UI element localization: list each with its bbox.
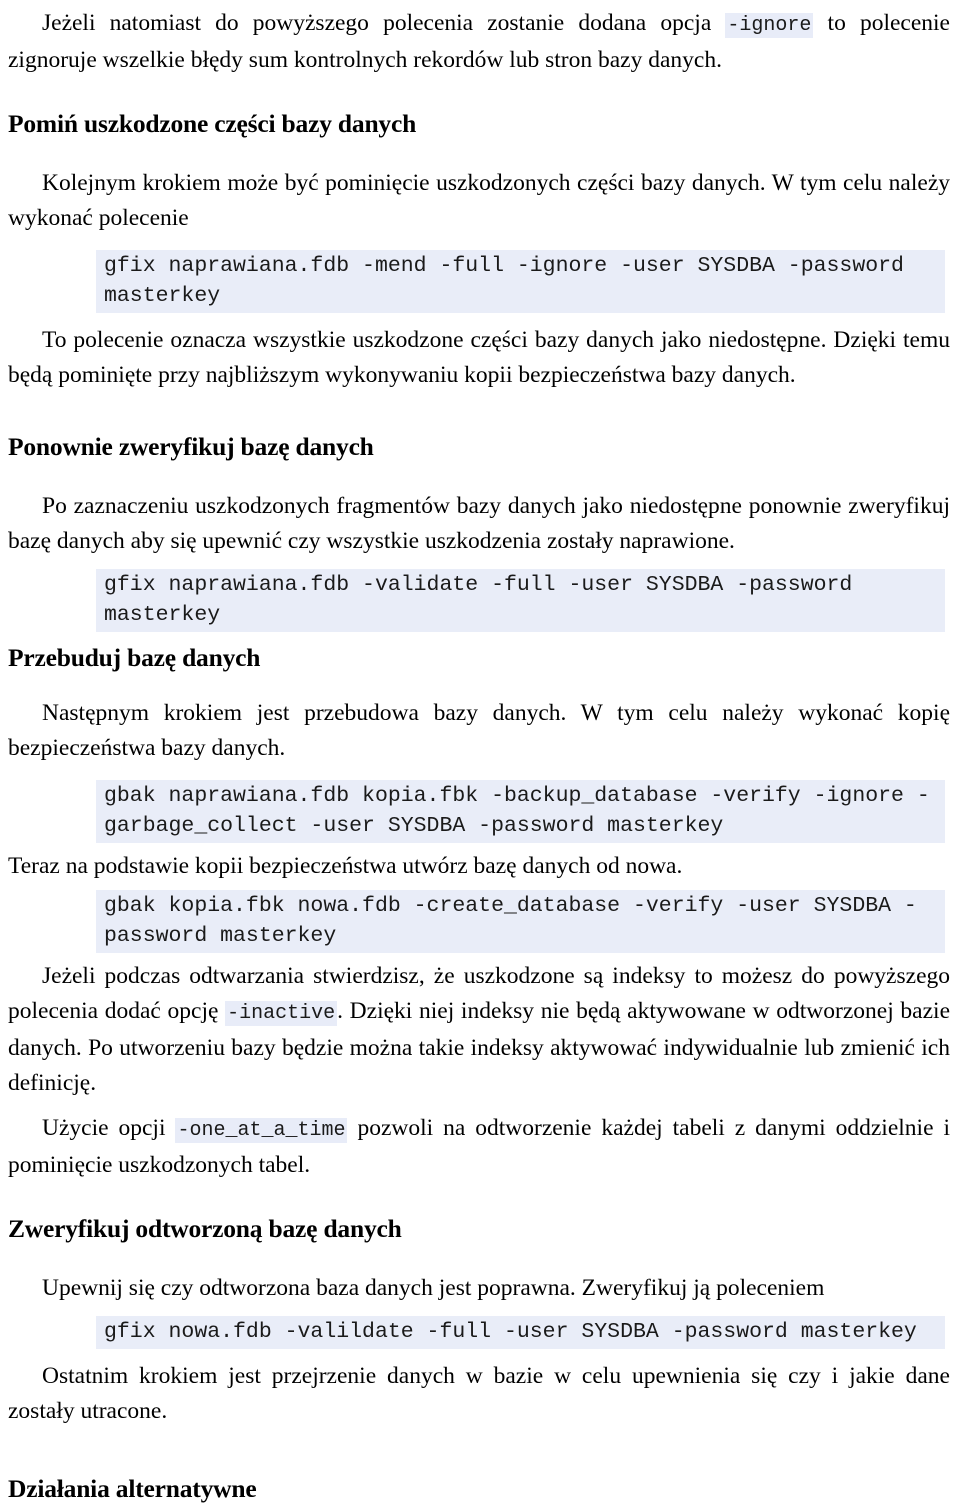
document-page: Jeżeli natomiast do powyższego polecenia… <box>0 0 960 1503</box>
heading-alternative-actions: Działania alternatywne <box>8 1474 257 1503</box>
paragraph-rebuild-intro: Następnym krokiem jest przebudowa bazy d… <box>8 700 950 761</box>
code-block-gbak-create: gbak kopia.fbk nowa.fdb -create_database… <box>96 890 945 953</box>
paragraph-skip-explanation: To polecenie oznacza wszystkie uszkodzon… <box>8 327 950 388</box>
code-block-gfix-mend: gfix naprawiana.fdb -mend -full -ignore … <box>96 250 945 313</box>
paragraph-verify-restored: Upewnij się czy odtworzona baza danych j… <box>42 1275 825 1301</box>
inline-code-one-at-a-time: -one_at_a_time <box>175 1118 348 1143</box>
inline-code-ignore: -ignore <box>725 13 814 38</box>
heading-verify-restored-database: Zweryfikuj odtworzoną bazę danych <box>8 1214 402 1243</box>
paragraph-one-at-a-time-option: Użycie opcji -one_at_a_time pozwoli na o… <box>8 1111 950 1183</box>
code-block-gbak-backup: gbak naprawiana.fdb kopia.fbk -backup_da… <box>96 780 945 843</box>
heading-rebuild-database: Przebuduj bazę danych <box>8 643 261 672</box>
inline-code-inactive: -inactive <box>225 1001 338 1026</box>
code-block-gfix-validate: gfix naprawiana.fdb -validate -full -use… <box>96 569 945 632</box>
one-at-a-time-text-before: Użycie opcji <box>42 1115 176 1141</box>
intro-text-before: Jeżeli natomiast do powyższego polecenia… <box>42 10 726 36</box>
paragraph-reverify: Po zaznaczeniu uszkodzonych fragmentów b… <box>8 493 950 554</box>
paragraph-restore-intro: Teraz na podstawie kopii bezpieczeństwa … <box>8 853 683 879</box>
heading-skip-damaged-parts: Pomiń uszkodzone części bazy danych <box>8 109 417 138</box>
code-block-gfix-valildate: gfix nowa.fdb -valildate -full -user SYS… <box>96 1316 945 1349</box>
paragraph-inactive-option: Jeżeli podczas odtwarzania stwierdzisz, … <box>8 959 950 1101</box>
intro-paragraph: Jeżeli natomiast do powyższego polecenia… <box>8 6 950 78</box>
heading-reverify-database: Ponownie zweryfikuj bazę danych <box>8 432 374 461</box>
paragraph-skip-intro: Kolejnym krokiem może być pominięcie usz… <box>8 170 950 231</box>
